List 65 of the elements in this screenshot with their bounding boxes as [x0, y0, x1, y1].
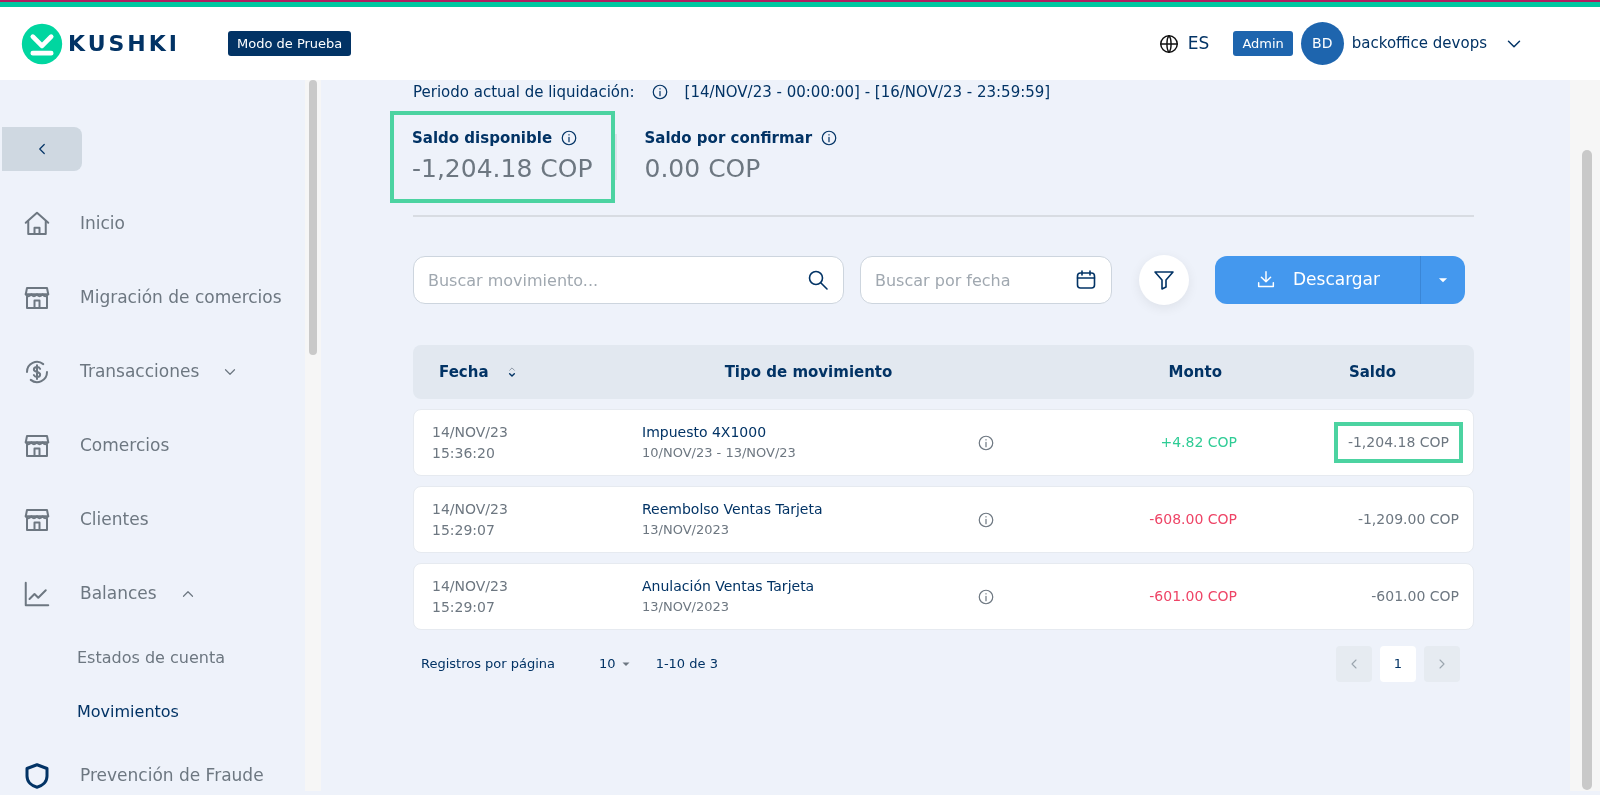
- date-cell-text: 14/NOV/23 15:29:07: [432, 576, 509, 617]
- scrollbar-thumb[interactable]: [309, 80, 317, 355]
- download-button[interactable]: Descargar: [1215, 256, 1465, 304]
- period-value: [14/NOV/23 - 00:00:00] - [16/NOV/23 - 23:59:59]: [684, 81, 1051, 103]
- period-label: Periodo actual de liquidación:: [413, 81, 635, 103]
- column-header: Monto: [1168, 362, 1222, 381]
- sidebar-item[interactable]: Transacciones: [0, 335, 305, 409]
- amount-cell: -601.00 COP: [1149, 588, 1237, 604]
- balance-amount: 0.00 COP: [644, 152, 762, 185]
- mode-badge: Modo de Prueba: [228, 30, 352, 57]
- column-header[interactable]: Fecha: [439, 360, 489, 384]
- brand-name: KUSHKI: [68, 30, 180, 58]
- collapse-button[interactable]: [2, 127, 82, 171]
- info-icon: [977, 434, 995, 452]
- next-page-button[interactable]: [1424, 646, 1460, 682]
- calendar-icon: [1074, 268, 1098, 292]
- page-range: 1-10 de 3: [655, 655, 718, 674]
- balance-cell-text: -1,209.00 COP: [1356, 510, 1460, 529]
- role-badge: Admin: [1233, 30, 1293, 57]
- date-cell-text: 14/NOV/23 15:29:07: [432, 499, 509, 540]
- sidebar-item[interactable]: Clientes: [0, 483, 305, 557]
- filter-icon: [1152, 268, 1176, 292]
- page-button[interactable]: 1: [1380, 646, 1416, 682]
- rows-per-page-label: Registros por página: [421, 655, 556, 674]
- info-icon: [560, 129, 579, 148]
- sidebar-subitem[interactable]: Movimientos: [0, 685, 305, 739]
- previous-page-button[interactable]: [1336, 646, 1372, 682]
- language-selector[interactable]: ES: [1187, 30, 1210, 57]
- movement-detail: 13/NOV/2023: [642, 598, 730, 617]
- globe-icon: [1157, 32, 1180, 55]
- movement-detail: 10/NOV/23 - 13/NOV/23: [642, 444, 797, 463]
- balance-cell-text: -601.00 COP: [1370, 587, 1460, 606]
- movement-detail: 13/NOV/2023: [642, 521, 730, 540]
- sidebar-subitem[interactable]: Estados de cuenta: [0, 631, 305, 685]
- sidebar-item[interactable]: Comercios: [0, 409, 305, 483]
- balance-amount: -1,204.18 COP: [412, 152, 593, 185]
- sidebar-item[interactable]: Migración de comercios: [0, 261, 305, 335]
- column-header: Tipo de movimiento: [724, 362, 893, 381]
- column-header: Saldo: [1348, 362, 1396, 381]
- user-name: backoffice devops: [1351, 33, 1487, 55]
- info-icon: [977, 588, 995, 606]
- sidebar-item[interactable]: Balances: [0, 557, 305, 631]
- sidebar-item[interactable]: Prevención de Fraude: [0, 739, 305, 795]
- avatar: BD: [1300, 22, 1344, 65]
- filter-button[interactable]: [1139, 255, 1189, 305]
- balance-label: Saldo por confirmar: [644, 128, 813, 149]
- date-field[interactable]: Buscar por fecha: [860, 256, 1112, 304]
- scrollbar-thumb[interactable]: [1582, 150, 1592, 790]
- search-icon: [806, 268, 830, 292]
- date-cell-text: 14/NOV/23 15:36:20: [432, 422, 509, 463]
- info-icon: [820, 129, 839, 148]
- search-field[interactable]: Buscar movimiento...: [413, 256, 844, 304]
- amount-cell: -608.00 COP: [1149, 511, 1237, 527]
- sidebar-item[interactable]: Inicio: [0, 187, 305, 261]
- movement-type: Anulación Ventas Tarjeta: [642, 577, 816, 597]
- chart-icon: [22, 579, 52, 609]
- amount-cell: +4.82 COP: [1160, 434, 1237, 450]
- movement-type: Reembolso Ventas Tarjeta: [642, 500, 824, 520]
- info-icon: [977, 511, 995, 529]
- movement-type: Impuesto 4X1000: [642, 423, 768, 443]
- rows-per-page-select[interactable]: 10: [599, 654, 632, 674]
- balance-cell: -1,204.18 COP: [1333, 422, 1463, 463]
- logo-icon: [20, 21, 64, 66]
- balance-label: Saldo disponible: [412, 128, 553, 149]
- info-icon: [650, 83, 669, 101]
